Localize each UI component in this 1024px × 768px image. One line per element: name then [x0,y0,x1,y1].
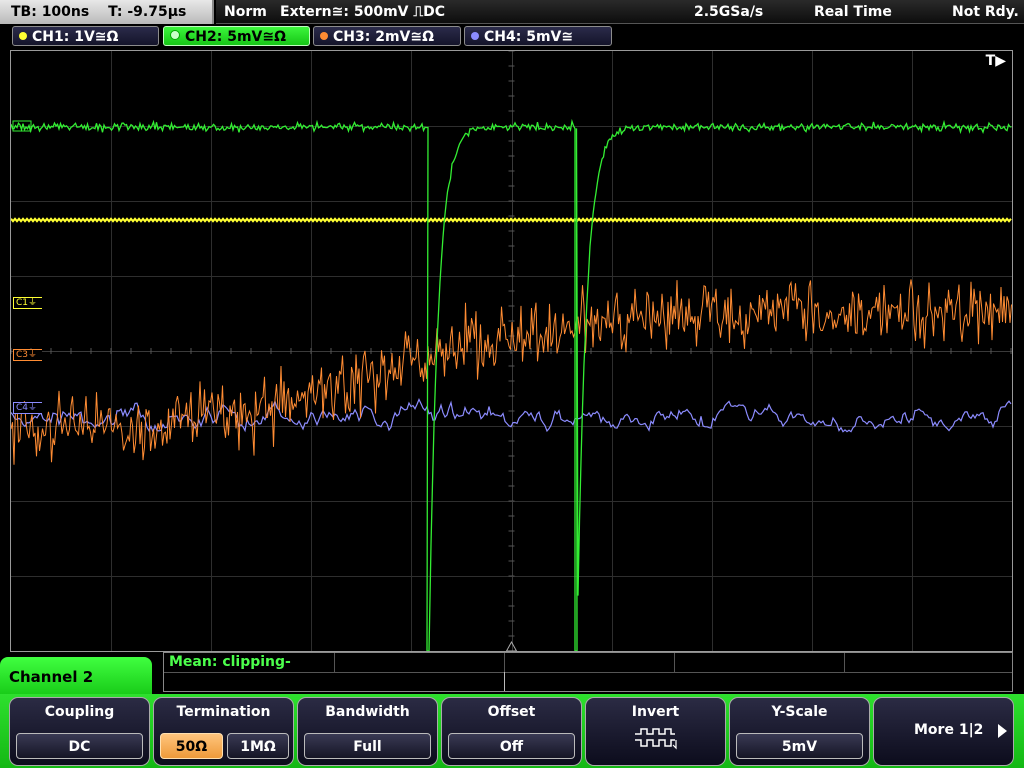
trigger-source: Extern≅: 500mV ⎍DC [280,4,446,20]
termination-1mohm-option[interactable]: 1MΩ [227,733,289,759]
trigger-info-bar[interactable]: Norm Extern≅: 500mV ⎍DC 2.5GSa/s Real Ti… [216,0,1024,24]
ch3-ground-marker[interactable]: C3⏚ [13,349,43,361]
bandwidth-softkey[interactable]: Bandwidth Full [297,697,438,766]
waveform-display[interactable]: T▶ C1⏚ C3⏚ C4⏚ [10,50,1013,652]
coupling-value[interactable]: DC [16,733,143,759]
coupling-title: Coupling [44,704,115,720]
ch4-dot-icon [471,32,479,40]
trigger-mode: Norm [224,4,267,20]
more-label: More 1|2 [914,722,984,738]
ch1-trace [11,217,1012,223]
offset-value[interactable]: Off [448,733,575,759]
trigger-time-marker [505,640,518,651]
trigger-position-indicator: T▶ [985,53,1006,69]
more-softkey[interactable]: More 1|2 [873,697,1014,766]
yscale-softkey[interactable]: Y-Scale 5mV [729,697,870,766]
measurement-row-2 [164,672,1012,691]
offset-softkey[interactable]: Offset Off [441,697,582,766]
ch4-ground-marker[interactable]: C4⏚ [13,402,43,414]
termination-title: Termination [176,704,271,720]
channel-tab-ch1[interactable]: CH1: 1V≅Ω [12,26,159,46]
coupling-softkey[interactable]: Coupling DC [9,697,150,766]
inverted-square-wave-icon [635,728,677,750]
ch2-label: CH2: 5mV≅Ω [185,29,287,45]
measurement-row-1: Mean: clipping- [164,653,1012,673]
measurement-cell [674,653,845,672]
ch3-trace [11,279,1012,465]
ch3-label: CH3: 2mV≅Ω [333,29,435,45]
waveform-canvas [11,51,1012,651]
ch4-label: CH4: 5mV≅ [484,29,574,45]
acquisition-mode: Real Time [814,4,892,20]
bandwidth-value[interactable]: Full [304,733,431,759]
sample-rate: 2.5GSa/s [694,4,764,20]
ch1-dot-icon [19,32,27,40]
offset-title: Offset [487,704,536,720]
measurement-cell [164,672,505,691]
ch1-label: CH1: 1V≅Ω [32,29,119,45]
arrow-right-icon [998,724,1007,738]
termination-softkey[interactable]: Termination 50Ω 1MΩ [153,697,294,766]
yscale-title: Y-Scale [771,704,828,720]
termination-50ohm-option[interactable]: 50Ω [160,733,223,759]
measurement-cell [334,653,505,672]
measurement-cell [504,653,675,672]
measurement-cell: Mean: clipping- [164,653,335,672]
channel-tabs: CH1: 1V≅Ω CH2: 5mV≅Ω CH3: 2mV≅Ω CH4: 5mV… [0,26,1024,48]
ch1-ground-marker[interactable]: C1⏚ [13,297,43,309]
ch3-dot-icon [320,32,328,40]
measurement-panel: Mean: clipping- [163,652,1013,692]
channel-tab-ch3[interactable]: CH3: 2mV≅Ω [313,26,461,46]
menu-title-tab: Channel 2 [0,657,152,697]
timebase-box[interactable]: TB: 100ns T: -9.75µs [0,0,214,24]
top-status-bar: TB: 100ns T: -9.75µs Norm Extern≅: 500mV… [0,0,1024,24]
timebase-value: TB: 100ns [11,4,90,20]
bandwidth-title: Bandwidth [325,704,410,720]
channel-tab-ch2[interactable]: CH2: 5mV≅Ω [163,26,310,46]
trigger-time-value: T: -9.75µs [108,4,187,20]
mean-measurement: Mean: clipping- [169,654,291,670]
invert-title: Invert [631,704,680,720]
invert-softkey[interactable]: Invert [585,697,726,766]
acquisition-status: Not Rdy. [952,4,1019,20]
yscale-value[interactable]: 5mV [736,733,863,759]
ch2-dot-icon [170,30,180,40]
channel-tab-ch4[interactable]: CH4: 5mV≅ [464,26,612,46]
